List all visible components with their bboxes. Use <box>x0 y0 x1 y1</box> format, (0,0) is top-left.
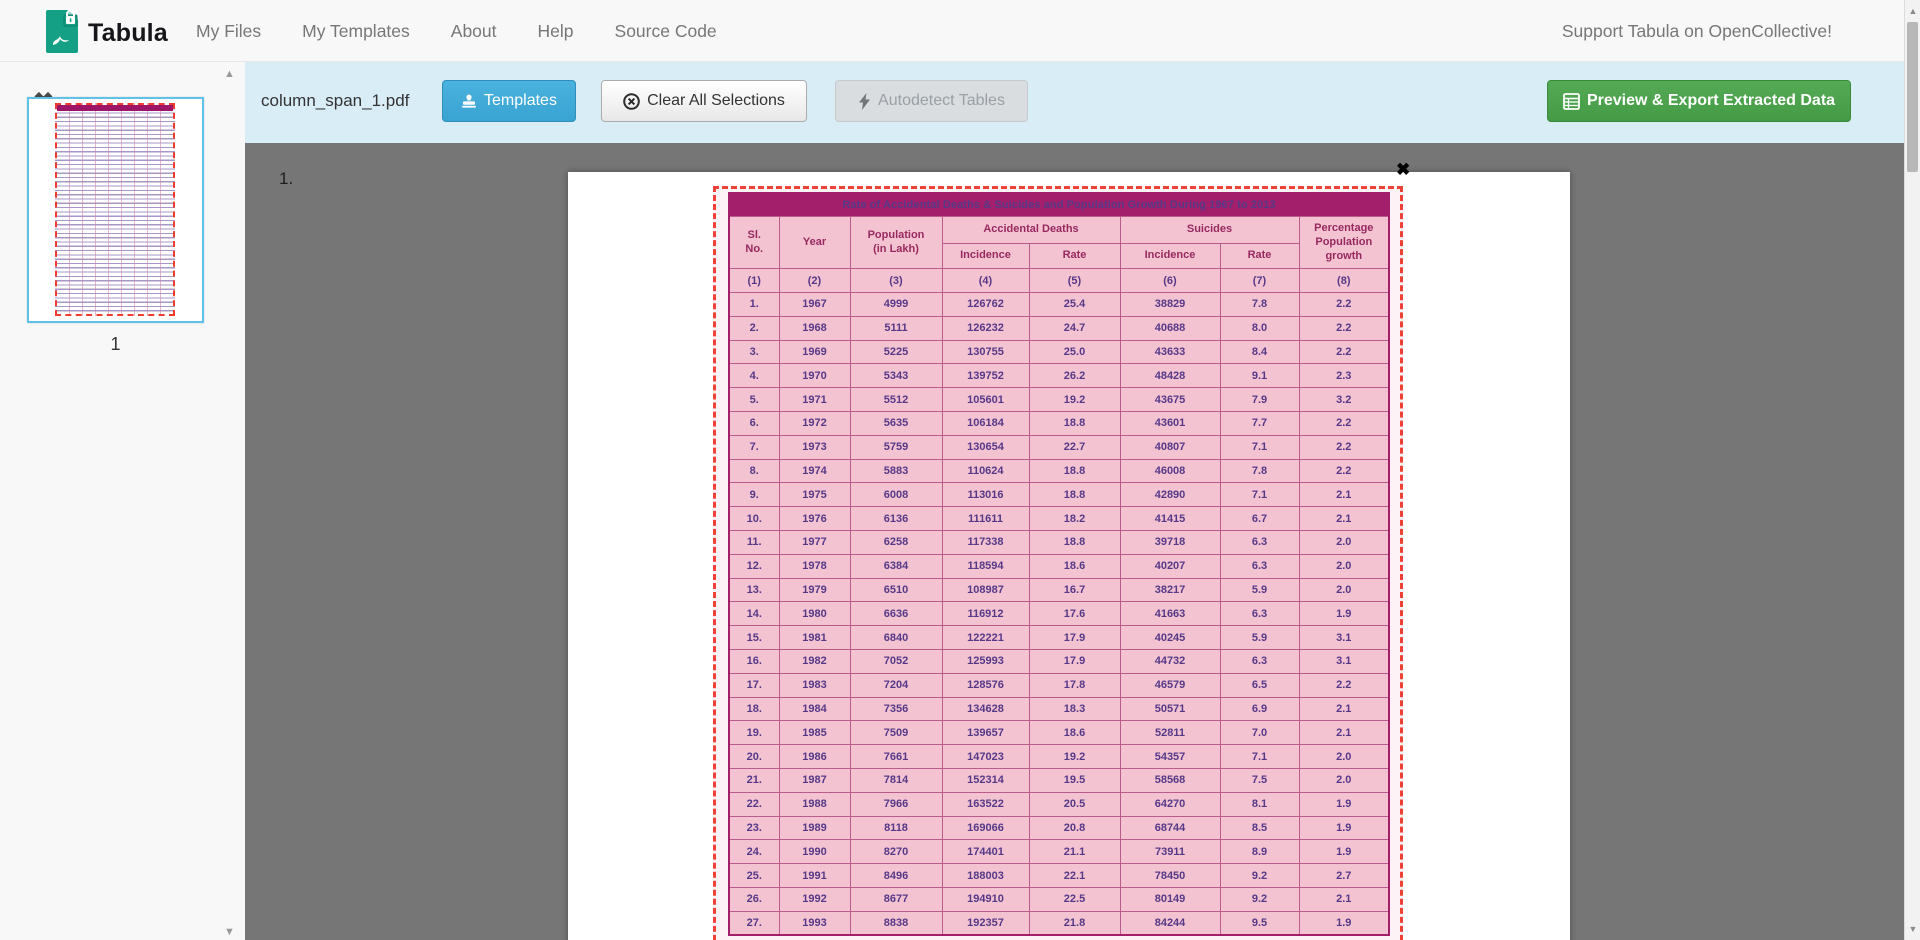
document-toolbar: column_span_1.pdf Templates Clear All Se… <box>245 62 1904 143</box>
brand-link[interactable]: Tabula <box>44 9 168 58</box>
nav-item-my-files[interactable]: My Files <box>196 21 261 42</box>
scrollbar-thumb[interactable] <box>1907 22 1918 172</box>
scrollbar-up-icon[interactable]: ▲ <box>1905 2 1920 20</box>
page-thumbnail[interactable] <box>27 97 204 323</box>
nav-item-help[interactable]: Help <box>538 21 574 42</box>
window-scrollbar: ▲ ▼ <box>1904 0 1920 940</box>
nav-item-about[interactable]: About <box>451 21 497 42</box>
table-selection-box[interactable] <box>713 186 1403 940</box>
page-thumbnail-sidebar: ✖ 1 ▲ ▼ <box>0 62 245 940</box>
thumbnail-page-number: 1 <box>27 334 204 355</box>
pdf-page[interactable]: Rate of Accidental Deaths & Suicides and… <box>568 172 1570 940</box>
lightning-bolt-icon <box>858 93 871 110</box>
tabula-logo-icon <box>44 9 80 58</box>
top-navbar: Tabula My Files My Templates About Help … <box>0 0 1920 62</box>
preview-export-button[interactable]: Preview & Export Extracted Data <box>1547 80 1851 122</box>
pdf-workspace: 1. Rate of Accidental Deaths & Suicides … <box>245 143 1904 940</box>
brand-title: Tabula <box>88 19 168 48</box>
table-preview-icon <box>1563 93 1580 110</box>
sidebar-scroll-down-icon[interactable]: ▼ <box>224 926 235 938</box>
clear-all-selections-label: Clear All Selections <box>647 92 785 110</box>
templates-button[interactable]: Templates <box>442 80 576 122</box>
preview-export-label: Preview & Export Extracted Data <box>1587 92 1835 110</box>
nav-item-my-templates[interactable]: My Templates <box>302 21 410 42</box>
document-filename: column_span_1.pdf <box>261 80 409 122</box>
sidebar-scroll-up-icon[interactable]: ▲ <box>224 68 235 80</box>
nav-item-source-code[interactable]: Source Code <box>615 21 717 42</box>
thumbnail-selection-overlay <box>55 103 175 316</box>
template-stamp-icon <box>461 93 477 109</box>
scrollbar-down-icon[interactable]: ▼ <box>1905 920 1920 938</box>
selection-close-icon[interactable]: ✖ <box>1396 161 1410 178</box>
clear-circle-x-icon <box>623 93 640 110</box>
autodetect-tables-label: Autodetect Tables <box>878 92 1005 110</box>
templates-button-label: Templates <box>484 92 557 110</box>
page-number-label: 1. <box>279 169 293 189</box>
navbar-menu: My Files My Templates About Help Source … <box>196 0 758 62</box>
support-link[interactable]: Support Tabula on OpenCollective! <box>1562 0 1832 62</box>
clear-all-selections-button[interactable]: Clear All Selections <box>601 80 807 122</box>
autodetect-tables-button: Autodetect Tables <box>835 80 1028 122</box>
